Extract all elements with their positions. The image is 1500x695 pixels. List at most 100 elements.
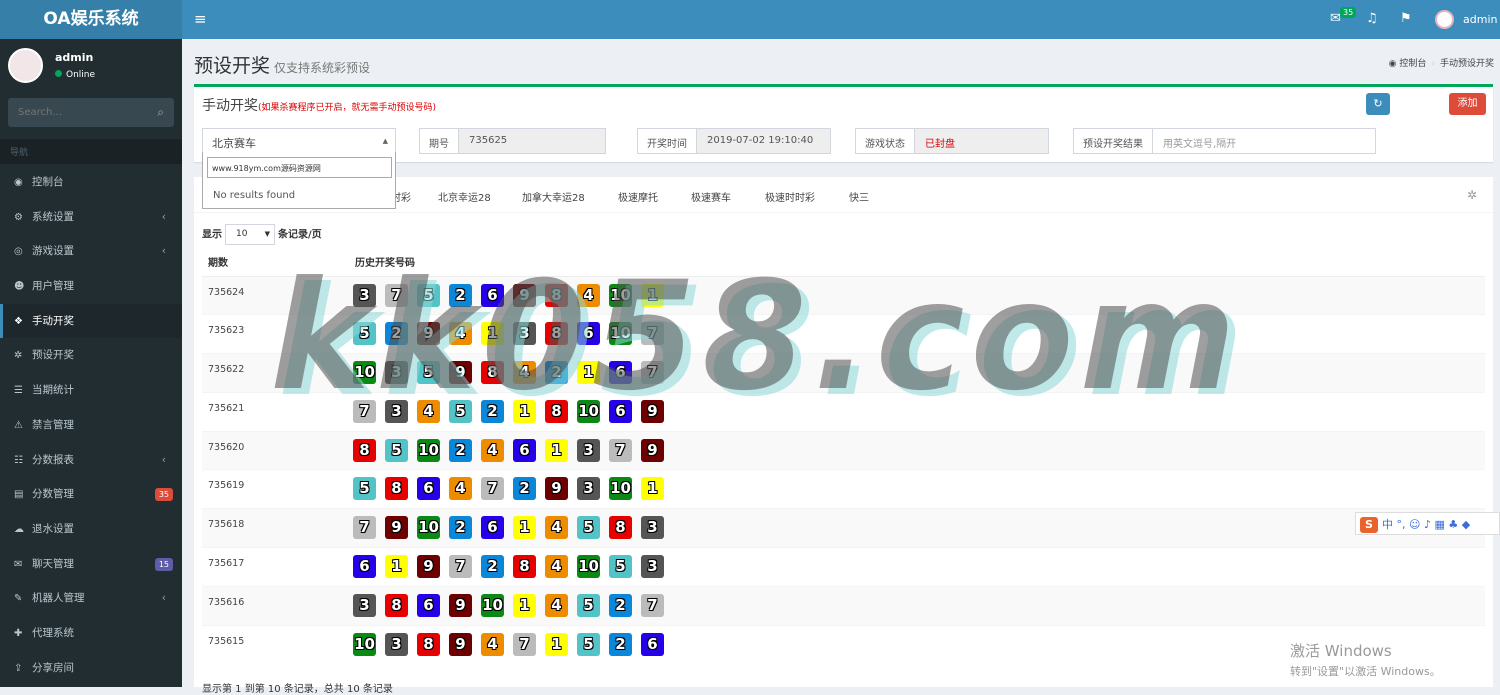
- sidebar-badge: 15: [154, 557, 173, 571]
- period-cell: 735619: [202, 469, 349, 509]
- tab-5[interactable]: 极速时时彩: [765, 189, 815, 204]
- number-ball: 2: [449, 438, 472, 462]
- list-ul-icon: ☷: [14, 454, 23, 466]
- numbers-cell: 5 8 6 4 7 2 9 3 10 1: [349, 469, 1485, 509]
- number-ball: 6: [353, 555, 376, 579]
- tab-4[interactable]: 极速赛车: [691, 189, 731, 204]
- preset-result-label: 预设开奖结果: [1074, 129, 1153, 153]
- breadcrumb-home[interactable]: 控制台: [1399, 59, 1426, 69]
- number-ball: 7: [641, 593, 664, 617]
- sidebar-item-7[interactable]: ⚠ 禁言管理: [0, 408, 182, 443]
- sidebar-item-label: 退水设置: [32, 522, 74, 535]
- sidebar-item-14[interactable]: ⇪ 分享房间: [0, 651, 182, 686]
- number-ball: 6: [513, 438, 536, 462]
- sidebar-item-label: 预设开奖: [32, 349, 74, 362]
- user-menu-name[interactable]: admin: [1463, 13, 1497, 26]
- sidebar-item-3[interactable]: ☻ 用户管理: [0, 269, 182, 304]
- draw-time-label: 开奖时间: [638, 129, 697, 153]
- game-state-value: 已封盘: [915, 129, 1048, 153]
- tab-6[interactable]: 快三: [849, 189, 869, 204]
- warning-icon: ⚠: [14, 419, 23, 431]
- number-ball: 9: [641, 438, 664, 462]
- page-size-select[interactable]: 10 ▼: [225, 224, 275, 245]
- app-logo[interactable]: OA娱乐系统: [0, 0, 182, 39]
- number-ball: 5: [577, 632, 600, 656]
- number-ball: 3: [641, 516, 664, 540]
- sidebar-item-10[interactable]: ☁ 退水设置: [0, 512, 182, 547]
- sidebar-item-11[interactable]: ✉ 聊天管理 15: [0, 547, 182, 582]
- number-ball: 7: [353, 516, 376, 540]
- tab-1[interactable]: 北京幸运28: [438, 189, 491, 204]
- search-icon[interactable]: ⌕: [157, 105, 164, 120]
- number-ball: 9: [449, 593, 472, 617]
- number-ball: 5: [577, 593, 600, 617]
- ime-toolbar[interactable]: S 中 °, ☺ ♪ ▦ ♣ ◆: [1355, 512, 1500, 535]
- period-cell: 735617: [202, 547, 349, 587]
- sidebar-item-5[interactable]: ✲ 预设开奖: [0, 338, 182, 373]
- manual-draw-note: (如果杀赛程序已开启，就无需手动预设号码): [258, 103, 437, 113]
- number-ball: 2: [513, 477, 536, 501]
- period-cell: 735615: [202, 624, 349, 664]
- gear-icon[interactable]: ✲: [1467, 188, 1477, 202]
- tab-3[interactable]: 极速摩托: [618, 189, 658, 204]
- sidebar-item-8[interactable]: ☷ 分数报表 ‹: [0, 443, 182, 478]
- sidebar-item-label: 聊天管理: [32, 557, 74, 570]
- number-ball: 3: [577, 438, 600, 462]
- windows-activation-watermark: 激活 Windows 转到"设置"以激活 Windows。: [1290, 640, 1441, 679]
- sidebar-item-label: 手动开奖: [32, 314, 74, 327]
- sidebar-search-input[interactable]: [8, 98, 138, 127]
- game-select[interactable]: 北京赛车 ▲: [202, 128, 396, 154]
- number-ball: 4: [481, 632, 504, 656]
- sidebar-item-4[interactable]: ❖ 手动开奖: [0, 303, 182, 339]
- number-ball: 9: [545, 477, 568, 501]
- number-ball: 8: [353, 438, 376, 462]
- sidebar-item-1[interactable]: ⚙ 系统设置 ‹: [0, 200, 182, 235]
- number-ball: 4: [481, 438, 504, 462]
- draw-time-group: 开奖时间 2019-07-02 19:10:40: [637, 128, 831, 154]
- comment-icon: ✎: [14, 593, 23, 605]
- flag-icon[interactable]: ⚑: [1400, 11, 1412, 26]
- number-ball: 1: [641, 477, 664, 501]
- sidebar-item-label: 禁言管理: [32, 418, 74, 431]
- sidebar-item-label: 游戏设置: [32, 245, 74, 258]
- sidebar-item-2[interactable]: ◎ 游戏设置 ‹: [0, 234, 182, 269]
- page-subtitle: 仅支持系统彩预设: [274, 61, 371, 75]
- dropdown-search-input[interactable]: www.918ym.com源码资源网: [207, 157, 392, 178]
- number-ball: 9: [385, 516, 408, 540]
- page-title-text: 预设开奖: [194, 55, 271, 77]
- comments-icon: ✉: [14, 558, 23, 570]
- refresh-button[interactable]: ↻: [1366, 93, 1390, 115]
- number-ball: 2: [609, 632, 632, 656]
- number-ball: 9: [449, 632, 472, 656]
- manual-draw-title: 手动开奖(如果杀赛程序已开启，就无需手动预设号码): [202, 95, 436, 115]
- user-avatar[interactable]: [1435, 10, 1454, 29]
- preset-result-input[interactable]: 用英文逗号,隔开: [1153, 129, 1375, 153]
- sidebar-item-6[interactable]: ☰ 当期统计: [0, 373, 182, 408]
- number-ball: 6: [641, 632, 664, 656]
- sidebar-item-13[interactable]: ✚ 代理系统: [0, 616, 182, 651]
- number-ball: 8: [513, 555, 536, 579]
- sidebar-toggle-icon[interactable]: ≡: [194, 10, 207, 28]
- number-ball: 1: [513, 516, 536, 540]
- add-button[interactable]: 添加: [1449, 93, 1486, 115]
- number-ball: 3: [577, 477, 600, 501]
- number-ball: 1: [385, 555, 408, 579]
- sidebar-item-label: 代理系统: [32, 626, 74, 639]
- sidebar-item-0[interactable]: ◉ 控制台: [0, 165, 182, 200]
- number-ball: 5: [577, 516, 600, 540]
- sidebar-item-9[interactable]: ▤ 分数管理 35: [0, 477, 182, 512]
- number-ball: 7: [609, 438, 632, 462]
- gear-icon: ✲: [14, 350, 23, 362]
- bell-icon[interactable]: ♫: [1366, 11, 1378, 26]
- number-ball: 9: [417, 555, 440, 579]
- chevron-left-icon: ‹: [161, 453, 166, 466]
- manual-draw-title-text: 手动开奖: [202, 98, 258, 114]
- sidebar-item-12[interactable]: ✎ 机器人管理 ‹: [0, 581, 182, 616]
- number-ball: 6: [417, 477, 440, 501]
- watermark: kk058.com: [270, 250, 1242, 424]
- sidebar-user-status: Online: [55, 70, 95, 80]
- number-ball: 10: [353, 632, 376, 656]
- sidebar-badge: 35: [154, 488, 173, 502]
- tab-2[interactable]: 加拿大幸运28: [522, 189, 585, 204]
- number-ball: 4: [545, 593, 568, 617]
